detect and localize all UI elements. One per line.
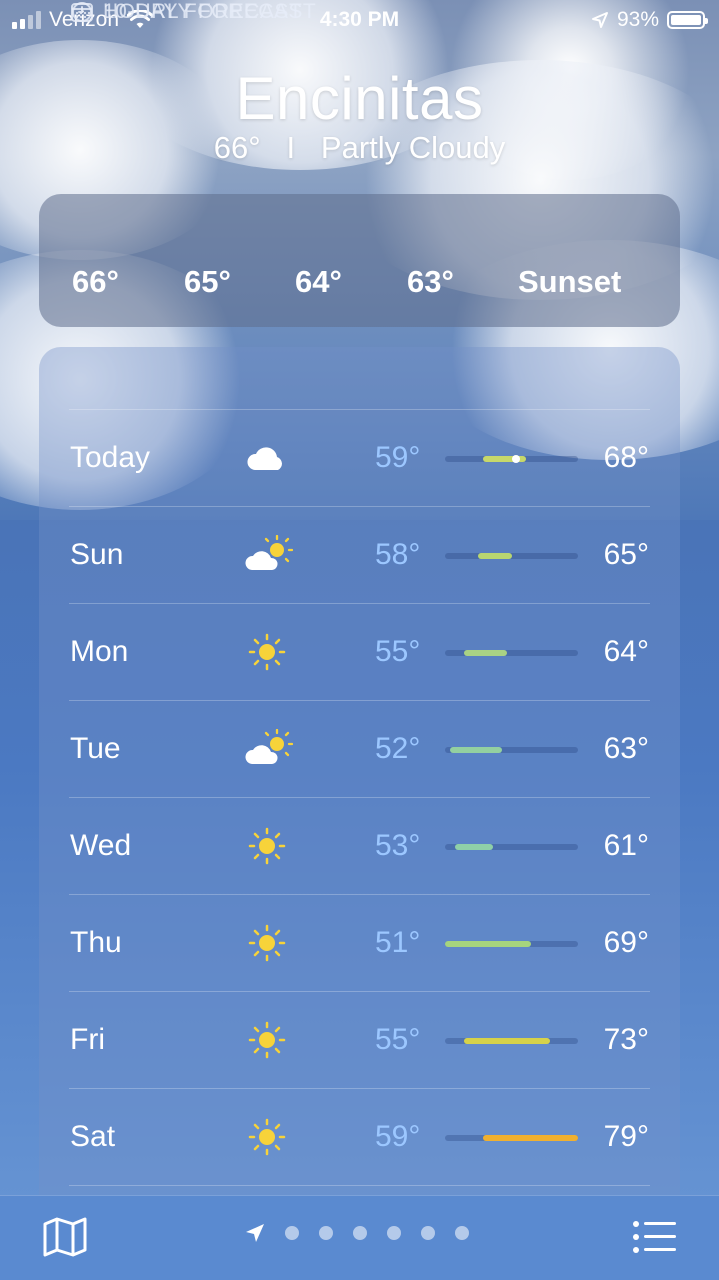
- temp-range-bar: [483, 455, 526, 463]
- partly-sunny-icon: [245, 534, 294, 575]
- forecast-high: 65°: [603, 538, 649, 571]
- list-icon[interactable]: [632, 1220, 678, 1254]
- cloud-icon: [245, 438, 289, 478]
- forecast-day: Thu: [70, 926, 122, 959]
- page-dot[interactable]: [387, 1226, 401, 1240]
- forecast-divider: [69, 1185, 650, 1186]
- forecast-high: 69°: [603, 926, 649, 959]
- temp-range-track: [445, 941, 578, 947]
- temp-range-track: [445, 650, 578, 656]
- sun-icon: [245, 632, 289, 672]
- sun-icon: [245, 826, 289, 866]
- forecast-day: Fri: [70, 1023, 105, 1056]
- partly-sunny-icon: [245, 728, 294, 769]
- current-conditions: 66° I Partly Cloudy: [0, 130, 719, 166]
- page-dot[interactable]: [285, 1226, 299, 1240]
- hourly-item: Sunset: [518, 264, 622, 299]
- sun-icon: [245, 1020, 289, 1060]
- hourly-item: 65°: [184, 264, 231, 299]
- hourly-item: 63°: [407, 264, 454, 299]
- forecast-low: 55°: [375, 1023, 421, 1056]
- separator: I: [286, 130, 296, 165]
- forecast-row[interactable]: Wed 53° 61°: [69, 797, 650, 894]
- current-temp: 66°: [213, 130, 261, 165]
- forecast-low: 51°: [375, 926, 421, 959]
- forecast-row[interactable]: Sun 58° 65°: [69, 506, 650, 603]
- current-temp-dot: [512, 455, 521, 463]
- forecast-day: Tue: [70, 732, 121, 765]
- temp-range-bar: [449, 747, 503, 753]
- battery-percent: 93%: [616, 8, 659, 31]
- forecast-row[interactable]: Fri 55° 73°: [69, 991, 650, 1088]
- forecast-day: Wed: [70, 829, 132, 862]
- forecast-low: 58°: [375, 538, 421, 571]
- temp-range-track: [445, 553, 578, 559]
- page-dot[interactable]: [455, 1226, 469, 1240]
- temp-range-track: [445, 455, 578, 463]
- forecast-low: 55°: [375, 635, 421, 668]
- forecast-day: Sat: [70, 1120, 116, 1153]
- temp-range-track: [445, 1135, 578, 1141]
- temp-range-track: [445, 747, 578, 753]
- sun-icon: [245, 923, 289, 963]
- temp-range-track: [445, 1038, 578, 1044]
- page-dot[interactable]: [319, 1226, 333, 1240]
- forecast-high: 79°: [603, 1120, 649, 1153]
- forecast-row[interactable]: Mon 55° 64°: [69, 603, 650, 700]
- forecast-high: 73°: [603, 1023, 649, 1056]
- calendar-icon: [71, 3, 93, 22]
- condition-text: Partly Cloudy: [320, 130, 506, 165]
- forecast-row[interactable]: Today 59° 68°: [69, 409, 650, 506]
- forecast-low: 59°: [375, 1120, 421, 1153]
- city-name: Encinitas: [235, 65, 484, 132]
- ten-day-title-label: 10-DAY FORECAST: [103, 0, 303, 23]
- temp-range-bar: [445, 941, 531, 947]
- battery-icon: [667, 11, 708, 29]
- forecast-day: Sun: [70, 538, 124, 571]
- forecast-low: 53°: [375, 829, 421, 862]
- sun-icon: [245, 1117, 289, 1157]
- ten-day-forecast-title: 10-DAY FORECAST: [71, 0, 302, 24]
- location-arrow-icon[interactable]: [245, 1223, 265, 1243]
- temp-range-track: [445, 844, 578, 850]
- page-indicator[interactable]: [245, 1223, 469, 1243]
- location-services-icon: [591, 12, 608, 28]
- temp-range-bar: [464, 1038, 550, 1044]
- forecast-high: 63°: [603, 732, 649, 765]
- forecast-row[interactable]: Sat 59° 79°: [69, 1088, 650, 1185]
- page-dot[interactable]: [353, 1226, 367, 1240]
- forecast-high: 68°: [603, 441, 649, 474]
- forecast-high: 64°: [603, 635, 649, 668]
- temp-range-bar: [464, 650, 507, 656]
- page-dot[interactable]: [421, 1226, 435, 1240]
- map-icon[interactable]: [43, 1217, 87, 1257]
- hourly-row[interactable]: 66° 65° 64° 63° Sunset: [39, 264, 680, 308]
- hourly-item: 64°: [295, 264, 342, 299]
- temp-range-bar: [483, 1135, 578, 1141]
- forecast-day: Today: [70, 441, 151, 474]
- forecast-low: 52°: [375, 732, 421, 765]
- forecast-high: 61°: [603, 829, 649, 862]
- temp-range-bar: [454, 844, 493, 850]
- forecast-low: 59°: [375, 441, 421, 474]
- forecast-row[interactable]: Tue 52° 63°: [69, 700, 650, 797]
- hourly-item: 66°: [72, 264, 119, 299]
- forecast-day: Mon: [70, 635, 129, 668]
- temp-range-bar: [478, 553, 512, 559]
- forecast-row[interactable]: Thu 51° 69°: [69, 894, 650, 991]
